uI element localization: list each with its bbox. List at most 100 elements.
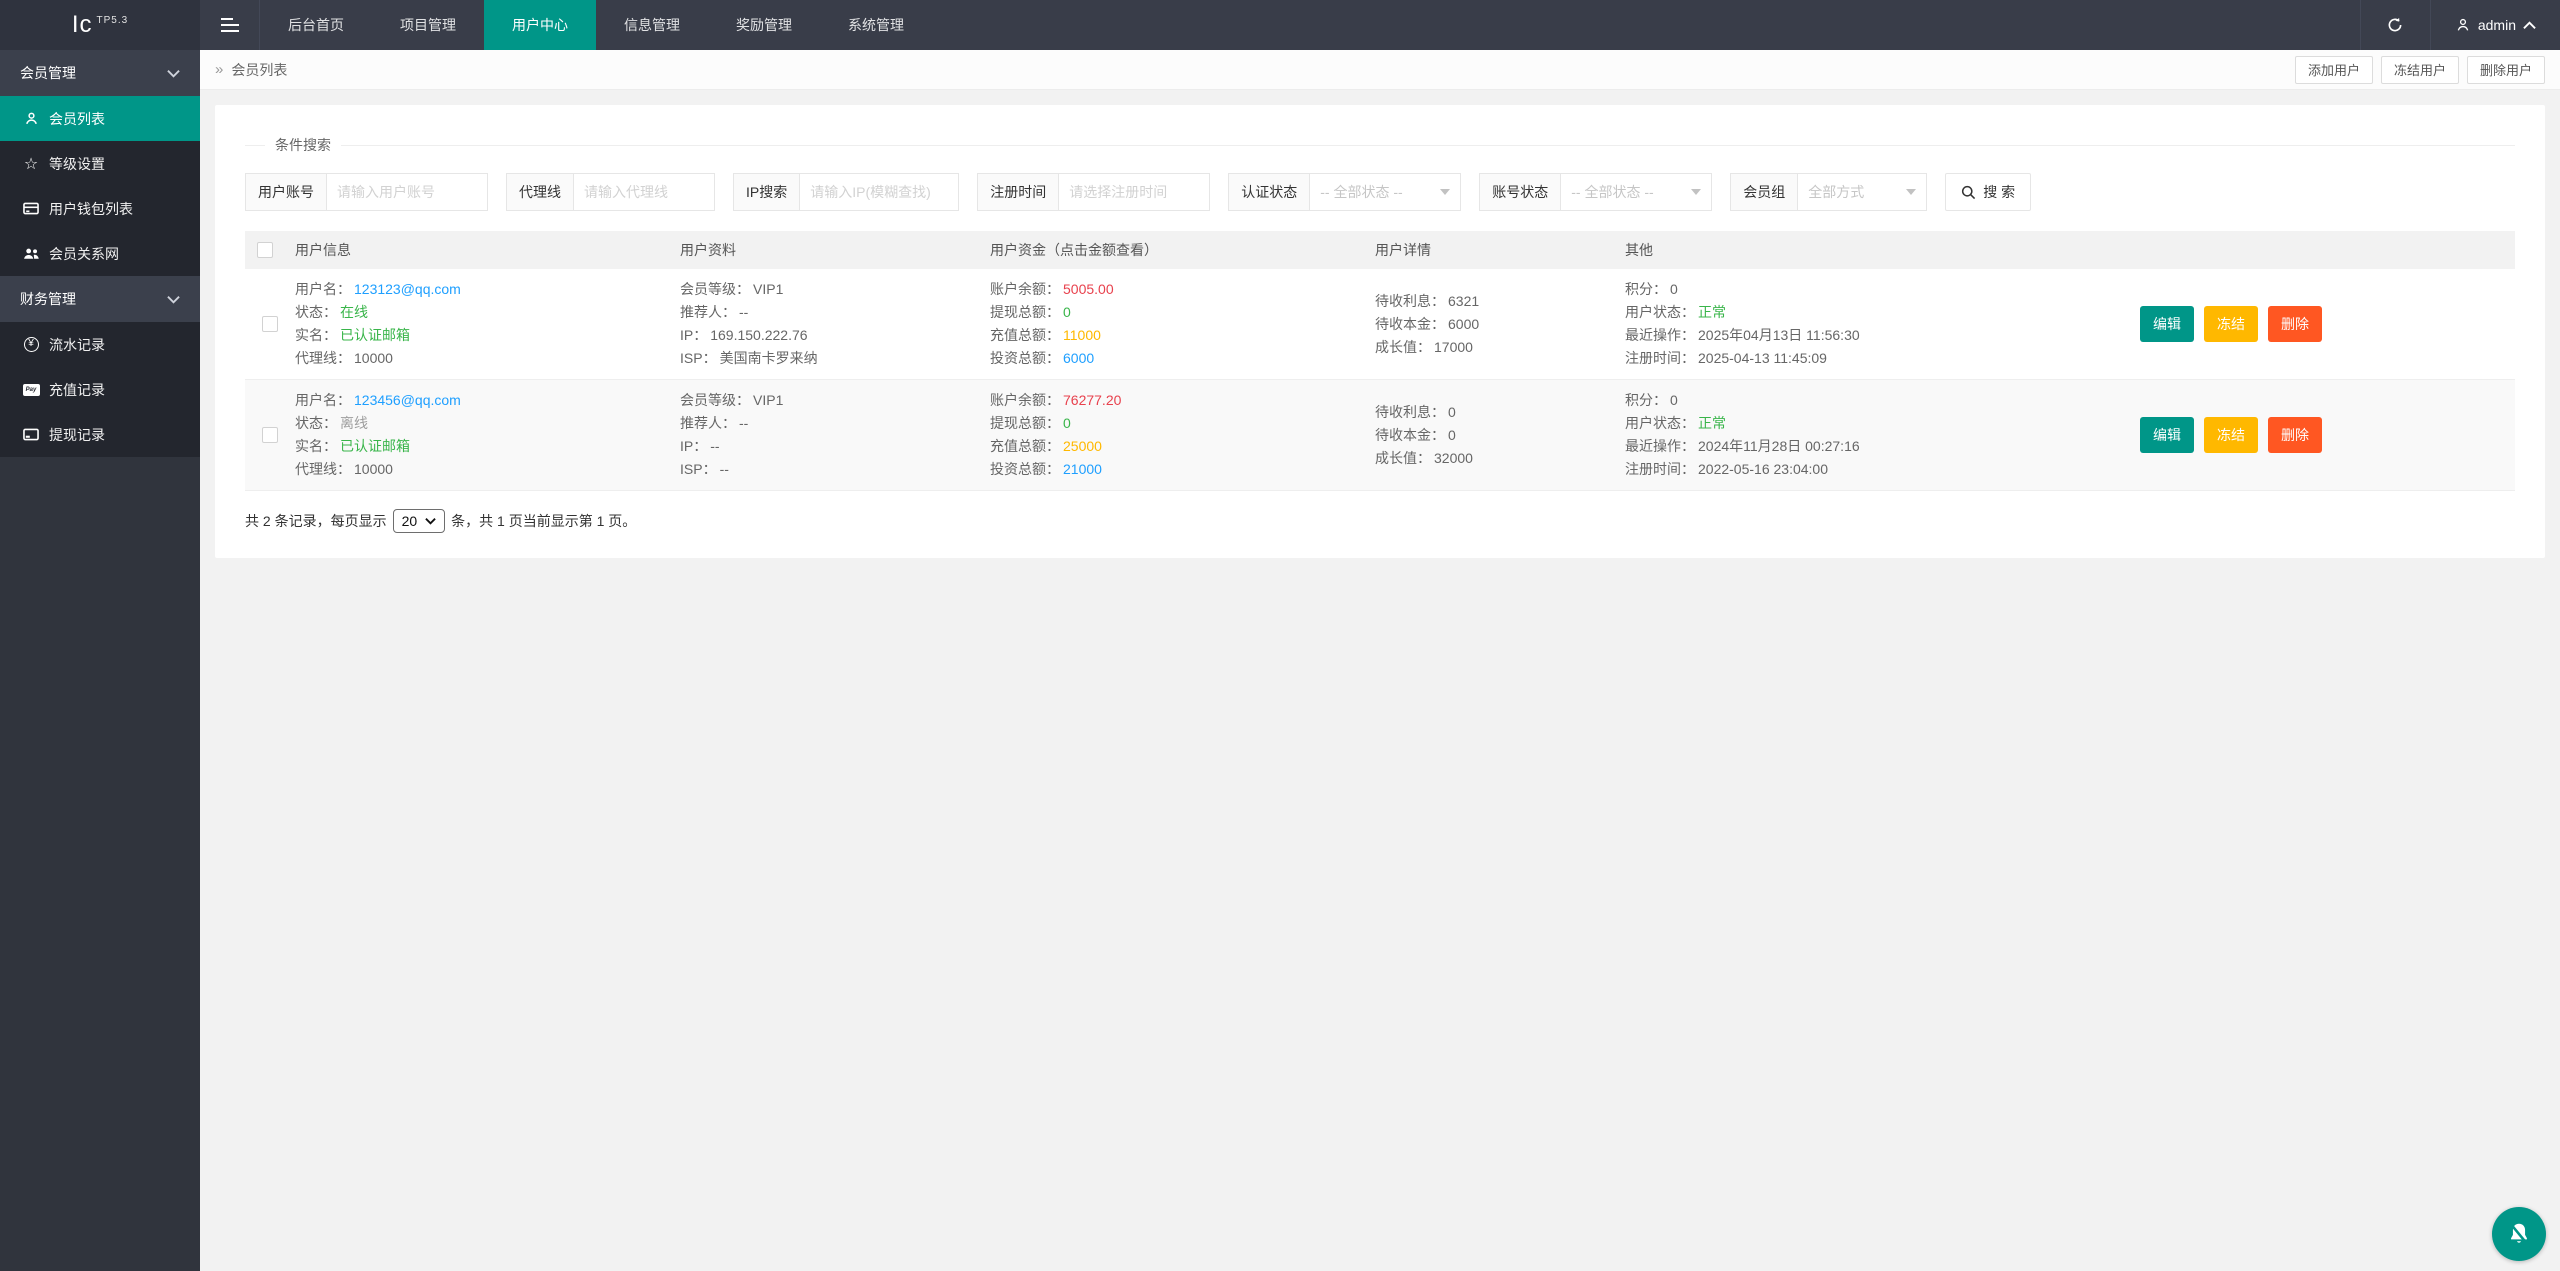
invest-amount[interactable]: 21000 bbox=[1063, 461, 1102, 477]
nav-item-dashboard[interactable]: 后台首页 bbox=[260, 0, 372, 50]
balance-amount[interactable]: 76277.20 bbox=[1063, 392, 1121, 408]
delete-button[interactable]: 删除 bbox=[2268, 306, 2322, 342]
nav-item-projects[interactable]: 项目管理 bbox=[372, 0, 484, 50]
sidebar-group-member-mgmt[interactable]: 会员管理 bbox=[0, 50, 200, 96]
logo-version: TP5.3 bbox=[96, 14, 129, 26]
realname-status: 已认证邮箱 bbox=[340, 327, 410, 343]
breadcrumb-bar: » 会员列表 添加用户 冻结用户 删除用户 bbox=[200, 50, 2560, 90]
username-link[interactable]: 123123@qq.com bbox=[354, 281, 461, 297]
refresh-icon[interactable] bbox=[2359, 0, 2430, 50]
content-card: 条件搜索 用户账号 代理线 IP搜索 注册时间 bbox=[215, 105, 2545, 558]
agent-line-input[interactable] bbox=[574, 174, 714, 210]
ip-search-input[interactable] bbox=[800, 174, 959, 210]
sidebar-item-member-network[interactable]: 会员关系网 bbox=[0, 231, 200, 276]
delete-user-button[interactable]: 删除用户 bbox=[2466, 55, 2545, 84]
edit-button[interactable]: 编辑 bbox=[2140, 417, 2194, 453]
member-table: 用户信息 用户资料 用户资金（点击金额查看） 用户详情 其他 用户名： 12312… bbox=[245, 231, 2515, 491]
sidebar-item-label: 用户钱包列表 bbox=[49, 200, 133, 217]
wallet-icon bbox=[22, 202, 40, 215]
other-cell: 积分： 0 用户状态： 正常 最近操作： 2024年11月28日 00:27:16 注… bbox=[1625, 392, 1860, 477]
user-info-cell: 用户名： 123456@qq.com 状态： 离线 实名： 已认证邮箱 代理线： 100… bbox=[295, 392, 461, 477]
sidebar-item-recharge-records[interactable]: Pay 充值记录 bbox=[0, 367, 200, 412]
bell-slash-icon bbox=[2509, 1223, 2529, 1245]
sidebar-item-level-settings[interactable]: ☆ 等级设置 bbox=[0, 141, 200, 186]
nav-item-user-center[interactable]: 用户中心 bbox=[484, 0, 596, 50]
chevron-up-icon bbox=[2523, 20, 2536, 29]
chevron-down-icon bbox=[1440, 189, 1451, 195]
member-icon bbox=[22, 111, 40, 126]
chevron-down-icon bbox=[167, 69, 180, 78]
search-button[interactable]: 搜 索 bbox=[1945, 173, 2032, 211]
recharge-amount[interactable]: 25000 bbox=[1063, 438, 1102, 454]
app-logo: Ic TP5.3 bbox=[0, 0, 200, 50]
sidebar-item-user-wallets[interactable]: 用户钱包列表 bbox=[0, 186, 200, 231]
mute-notifications-button[interactable] bbox=[2492, 1207, 2546, 1261]
search-legend: 条件搜索 bbox=[275, 137, 331, 153]
user-icon bbox=[2457, 18, 2469, 31]
withdraw-amount[interactable]: 0 bbox=[1063, 415, 1071, 431]
filter-label: 注册时间 bbox=[978, 174, 1060, 210]
nav-item-info[interactable]: 信息管理 bbox=[596, 0, 708, 50]
freeze-button[interactable]: 冻结 bbox=[2204, 417, 2258, 453]
group-label: 财务管理 bbox=[20, 291, 76, 307]
sidebar-item-label: 会员列表 bbox=[49, 110, 105, 127]
online-status: 在线 bbox=[340, 304, 368, 320]
sidebar-item-withdraw-records[interactable]: 提现记录 bbox=[0, 412, 200, 457]
sidebar-item-member-list[interactable]: 会员列表 bbox=[0, 96, 200, 141]
filter-label: IP搜索 bbox=[734, 174, 801, 210]
user-detail-cell: 待收利息： 0 待收本金： 0 成长值： 32000 bbox=[1375, 403, 1473, 466]
table-row: 用户名： 123456@qq.com 状态： 离线 实名： 已认证邮箱 代理线： 100… bbox=[245, 380, 2515, 491]
filter-label: 账号状态 bbox=[1480, 174, 1562, 210]
table-row: 用户名： 123123@qq.com 状态： 在线 实名： 已认证邮箱 代理线： 100… bbox=[245, 269, 2515, 380]
add-user-button[interactable]: 添加用户 bbox=[2294, 55, 2373, 84]
col-user-detail: 用户详情 bbox=[1375, 242, 1431, 258]
filter-member-group: 会员组 全部方式 bbox=[1730, 173, 1928, 211]
nav-item-rewards[interactable]: 奖励管理 bbox=[708, 0, 820, 50]
member-group-select[interactable]: 全部方式 bbox=[1798, 174, 1926, 210]
user-status-badge: 正常 bbox=[1698, 415, 1726, 431]
user-info-cell: 用户名： 123123@qq.com 状态： 在线 实名： 已认证邮箱 代理线： 100… bbox=[295, 281, 461, 366]
auth-status-select[interactable]: -- 全部状态 -- bbox=[1310, 174, 1460, 210]
logo-text: Ic bbox=[71, 11, 93, 38]
sidebar-group-finance-mgmt[interactable]: 财务管理 bbox=[0, 276, 200, 322]
chevron-down-icon bbox=[1691, 189, 1702, 195]
username-link[interactable]: 123456@qq.com bbox=[354, 392, 461, 408]
account-status-select[interactable]: -- 全部状态 -- bbox=[1561, 174, 1711, 210]
filter-label: 认证状态 bbox=[1229, 174, 1311, 210]
register-time-input[interactable] bbox=[1059, 174, 1210, 210]
filter-auth-status: 认证状态 -- 全部状态 -- bbox=[1228, 173, 1462, 211]
chevron-down-icon bbox=[425, 518, 436, 525]
hamburger-icon[interactable] bbox=[200, 0, 260, 50]
row-checkbox[interactable] bbox=[262, 316, 278, 332]
balance-amount[interactable]: 5005.00 bbox=[1063, 281, 1114, 297]
user-menu[interactable]: admin bbox=[2429, 0, 2560, 50]
username-label: admin bbox=[2477, 17, 2516, 33]
recharge-amount[interactable]: 11000 bbox=[1063, 327, 1101, 343]
sidebar-item-label: 等级设置 bbox=[49, 155, 105, 172]
network-icon bbox=[22, 247, 40, 260]
nav-item-system[interactable]: 系统管理 bbox=[820, 0, 932, 50]
user-status-badge: 正常 bbox=[1698, 304, 1726, 320]
search-fieldset: 条件搜索 用户账号 代理线 IP搜索 注册时间 bbox=[245, 135, 2515, 211]
freeze-user-button[interactable]: 冻结用户 bbox=[2380, 55, 2459, 84]
freeze-button[interactable]: 冻结 bbox=[2204, 306, 2258, 342]
user-account-input[interactable] bbox=[327, 174, 487, 210]
user-profile-cell: 会员等级： VIP1 推荐人： -- IP： -- ISP： -- bbox=[680, 392, 784, 477]
top-nav: 后台首页 项目管理 用户中心 信息管理 奖励管理 系统管理 bbox=[260, 0, 932, 50]
page-size-select[interactable]: 20 bbox=[392, 509, 446, 533]
topbar: Ic TP5.3 后台首页 项目管理 用户中心 信息管理 奖励管理 系统管理 a… bbox=[0, 0, 2560, 50]
breadcrumb-separator: » bbox=[215, 61, 224, 78]
realname-status: 已认证邮箱 bbox=[340, 438, 410, 454]
table-header: 用户信息 用户资料 用户资金（点击金额查看） 用户详情 其他 bbox=[245, 231, 2515, 269]
invest-amount[interactable]: 6000 bbox=[1063, 350, 1094, 366]
withdraw-amount[interactable]: 0 bbox=[1063, 304, 1071, 320]
select-all-checkbox[interactable] bbox=[257, 242, 273, 258]
edit-button[interactable]: 编辑 bbox=[2140, 306, 2194, 342]
yen-icon: ¥ bbox=[22, 337, 40, 352]
paypal-icon: Pay bbox=[22, 383, 40, 396]
sidebar-item-label: 会员关系网 bbox=[49, 245, 119, 262]
sidebar-item-transaction-log[interactable]: ¥ 流水记录 bbox=[0, 322, 200, 367]
pagination-suffix: 条，共 1 页当前显示第 1 页。 bbox=[451, 513, 637, 529]
delete-button[interactable]: 删除 bbox=[2268, 417, 2322, 453]
row-checkbox[interactable] bbox=[262, 427, 278, 443]
